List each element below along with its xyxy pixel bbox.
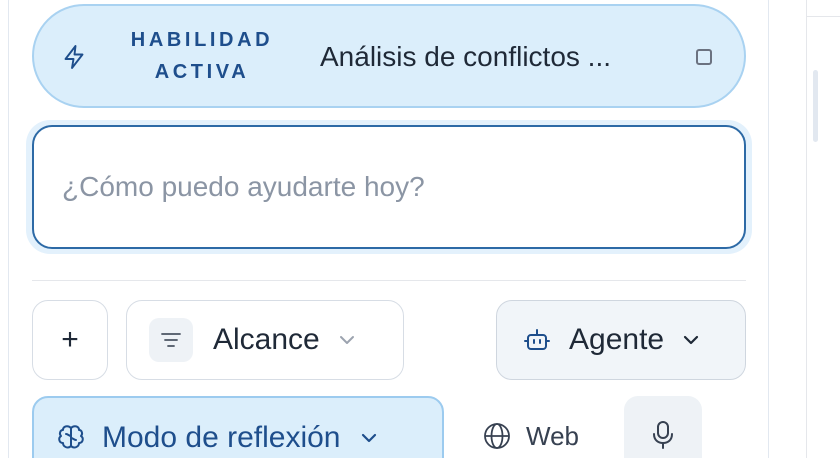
square-icon[interactable] bbox=[696, 49, 712, 65]
filter-icon bbox=[149, 318, 193, 362]
chevron-down-icon bbox=[683, 335, 699, 345]
scope-dropdown[interactable]: Alcance bbox=[126, 300, 404, 380]
plus-icon: + bbox=[61, 323, 79, 356]
active-skill-label-line2: ACTIVA bbox=[154, 61, 250, 83]
agent-label: Agente bbox=[569, 323, 665, 356]
web-search-toggle[interactable]: Web bbox=[466, 400, 606, 458]
web-label: Web bbox=[526, 420, 579, 451]
globe-icon bbox=[484, 423, 510, 449]
reasoning-mode-label: Modo de reflexión bbox=[102, 421, 341, 454]
chevron-down-icon bbox=[362, 433, 377, 443]
bot-icon bbox=[524, 329, 550, 350]
active-skill-name: Análisis de conflictos ... bbox=[320, 41, 612, 72]
agent-dropdown[interactable]: Agente bbox=[496, 300, 746, 380]
microphone-icon bbox=[653, 421, 673, 449]
brain-icon bbox=[58, 425, 84, 449]
divider bbox=[32, 280, 746, 281]
chevron-down-icon bbox=[339, 336, 354, 344]
scope-label: Alcance bbox=[213, 323, 320, 356]
active-skill-pill[interactable]: HABILIDAD ACTIVA Análisis de conflictos … bbox=[32, 4, 746, 108]
active-skill-label-line1: HABILIDAD bbox=[130, 29, 274, 51]
chat-input[interactable] bbox=[32, 125, 746, 249]
side-panel-edge bbox=[806, 0, 840, 458]
microphone-button[interactable] bbox=[624, 396, 702, 458]
add-button[interactable]: + bbox=[32, 300, 108, 380]
active-skill-label: HABILIDAD ACTIVA bbox=[122, 24, 282, 88]
scrollbar-thumb[interactable] bbox=[813, 70, 818, 142]
chat-input-focus-ring bbox=[26, 120, 752, 254]
lightning-bolt-icon bbox=[64, 45, 84, 69]
side-panel-divider bbox=[807, 16, 840, 17]
reasoning-mode-dropdown[interactable]: Modo de reflexión bbox=[32, 396, 444, 458]
